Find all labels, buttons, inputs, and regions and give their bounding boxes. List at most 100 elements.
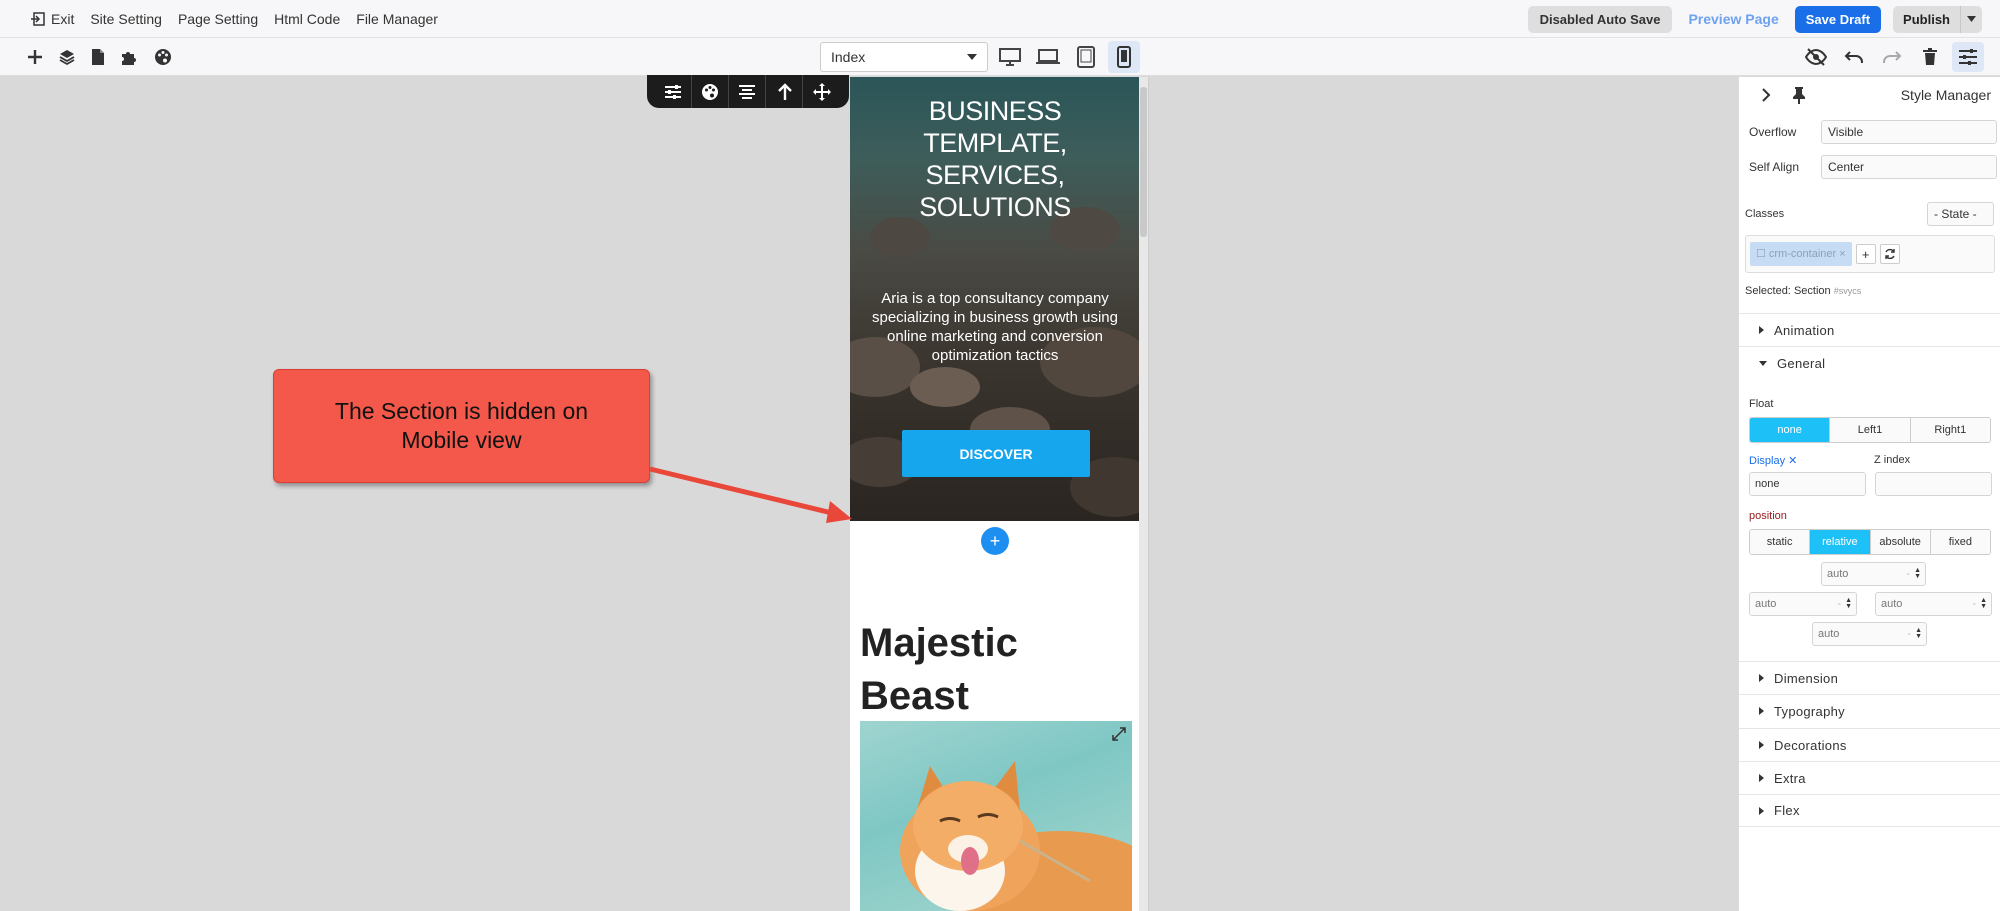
- disabled-autosave-button[interactable]: Disabled Auto Save: [1527, 5, 1673, 33]
- bottom-offset-value: auto: [1818, 628, 1840, 640]
- float-option-right[interactable]: Right1: [1910, 418, 1990, 442]
- exit-button[interactable]: Exit: [30, 11, 74, 27]
- device-mobile-button[interactable]: [1108, 41, 1140, 73]
- section-title: Majestic Beast: [860, 621, 1018, 718]
- add-block-icon[interactable]: [26, 48, 44, 66]
- sector-general[interactable]: General: [1739, 346, 2000, 379]
- select-parent-button[interactable]: [767, 75, 804, 108]
- overflow-select[interactable]: Visible: [1821, 120, 1997, 144]
- pin-icon[interactable]: [1791, 86, 1807, 104]
- position-option-absolute[interactable]: absolute: [1870, 530, 1931, 554]
- sync-icon: [1884, 248, 1896, 260]
- self-align-label: Self Align: [1749, 160, 1800, 174]
- caret-right-icon: [1759, 806, 1764, 815]
- eye-slash-icon: [1805, 48, 1827, 66]
- editor-toolbar: Index: [0, 38, 2000, 76]
- callout-note: The Section is hidden on Mobile view: [273, 369, 650, 483]
- selected-element-info: Selected: Section #svycs: [1745, 285, 1861, 297]
- frame-scrollbar-thumb[interactable]: [1140, 87, 1147, 237]
- pages-icon[interactable]: [90, 48, 106, 66]
- menu-left: Exit Site Setting Page Setting Html Code…: [30, 0, 438, 38]
- discover-button[interactable]: DISCOVER: [902, 430, 1090, 477]
- preview-page-button[interactable]: Preview Page: [1684, 11, 1782, 27]
- sector-decorations[interactable]: Decorations: [1739, 728, 2000, 761]
- toggle-visibility-button[interactable]: [1800, 42, 1832, 72]
- left-offset-input[interactable]: auto - ▲ ▼: [1749, 592, 1857, 616]
- element-style-button[interactable]: [693, 75, 729, 108]
- position-option-relative[interactable]: relative: [1810, 530, 1871, 554]
- add-class-button[interactable]: +: [1855, 244, 1876, 264]
- hero-section[interactable]: BUSINESS TEMPLATE, SERVICES, SOLUTIONS A…: [850, 77, 1140, 521]
- display-clear-icon[interactable]: ✕: [1788, 455, 1797, 467]
- position-option-static[interactable]: static: [1750, 530, 1811, 554]
- redo-button[interactable]: [1876, 42, 1908, 72]
- position-option-fixed[interactable]: fixed: [1930, 530, 1990, 554]
- spinner-icon[interactable]: ▲ ▼: [1845, 597, 1852, 610]
- desktop-icon: [999, 48, 1021, 66]
- move-element-button[interactable]: [804, 75, 840, 108]
- selected-id: #svycs: [1833, 286, 1862, 296]
- device-laptop-button[interactable]: [1032, 41, 1064, 73]
- selected-label: Selected:: [1745, 285, 1791, 297]
- editor-canvas[interactable]: BUSINESS TEMPLATE, SERVICES, SOLUTIONS A…: [0, 75, 1738, 911]
- exit-label: Exit: [51, 11, 75, 27]
- expand-icon[interactable]: [1112, 727, 1126, 741]
- spinner-icon[interactable]: ▲ ▼: [1914, 567, 1921, 580]
- redo-icon: [1882, 49, 1902, 65]
- device-desktop-button[interactable]: [994, 41, 1026, 73]
- top-offset-unit: -: [1906, 568, 1911, 580]
- sector-typography[interactable]: Typography: [1739, 694, 2000, 727]
- publish-button[interactable]: Publish: [1893, 6, 1960, 33]
- display-select[interactable]: none: [1749, 472, 1866, 496]
- save-draft-button[interactable]: Save Draft: [1794, 5, 1882, 33]
- self-align-select[interactable]: Center: [1821, 155, 1997, 179]
- device-tablet-button[interactable]: [1070, 41, 1102, 73]
- frame-scrollbar[interactable]: [1139, 77, 1148, 911]
- style-manager-toggle-button[interactable]: [1952, 42, 1984, 72]
- top-menubar: Exit Site Setting Page Setting Html Code…: [0, 0, 2000, 38]
- sector-typography-label: Typography: [1774, 703, 1845, 719]
- sector-flex[interactable]: Flex: [1739, 794, 2000, 827]
- element-settings-button[interactable]: [656, 75, 692, 108]
- collapse-panel-icon[interactable]: [1761, 88, 1771, 102]
- right-offset-input[interactable]: auto - ▲ ▼: [1875, 592, 1992, 616]
- add-section-button[interactable]: +: [981, 527, 1009, 555]
- class-tag-remove-icon[interactable]: ×: [1836, 248, 1845, 260]
- trash-icon: [1922, 48, 1938, 66]
- delete-button[interactable]: [1914, 42, 1946, 72]
- cat-image[interactable]: [860, 721, 1132, 911]
- mobile-preview-frame[interactable]: BUSINESS TEMPLATE, SERVICES, SOLUTIONS A…: [850, 77, 1149, 911]
- menu-site-setting[interactable]: Site Setting: [90, 11, 162, 27]
- plugins-icon[interactable]: [120, 48, 140, 66]
- state-select[interactable]: - State -: [1927, 202, 1994, 226]
- spinner-icon[interactable]: ▲ ▼: [1980, 597, 1987, 610]
- class-tag-checkbox-icon[interactable]: ☐: [1756, 248, 1769, 260]
- undo-button[interactable]: [1838, 42, 1870, 72]
- sector-dimension[interactable]: Dimension: [1739, 661, 2000, 694]
- float-option-none[interactable]: none: [1750, 418, 1831, 442]
- float-option-left[interactable]: Left1: [1830, 418, 1911, 442]
- bottom-offset-input[interactable]: auto - ▲ ▼: [1812, 622, 1927, 646]
- sliders-icon: [1958, 48, 1978, 66]
- style-manager-header: Style Manager: [1739, 77, 2000, 113]
- spinner-icon[interactable]: ▲ ▼: [1915, 627, 1922, 640]
- caret-right-icon: [1759, 707, 1764, 715]
- page-select[interactable]: Index: [820, 42, 988, 72]
- classes-label: Classes: [1745, 208, 1785, 220]
- sector-extra[interactable]: Extra: [1739, 761, 2000, 794]
- left-offset-unit: -: [1837, 598, 1842, 610]
- publish-button-group: Publish: [1893, 5, 1982, 33]
- sector-animation[interactable]: Animation: [1739, 313, 2000, 346]
- menu-file-manager[interactable]: File Manager: [356, 11, 438, 27]
- sync-class-button[interactable]: [1879, 244, 1900, 264]
- menu-html-code[interactable]: Html Code: [274, 11, 340, 27]
- publish-dropdown-caret-icon[interactable]: [1960, 5, 1982, 33]
- z-index-input[interactable]: [1875, 472, 1992, 496]
- layers-icon[interactable]: [58, 48, 76, 66]
- top-offset-input[interactable]: auto - ▲ ▼: [1821, 562, 1926, 586]
- menu-page-setting[interactable]: Page Setting: [178, 11, 258, 27]
- class-tag[interactable]: ☐ crm-container ×: [1750, 242, 1852, 266]
- display-label-text: Display: [1749, 455, 1786, 467]
- theme-palette-icon[interactable]: [154, 48, 172, 66]
- element-align-button[interactable]: [730, 75, 766, 108]
